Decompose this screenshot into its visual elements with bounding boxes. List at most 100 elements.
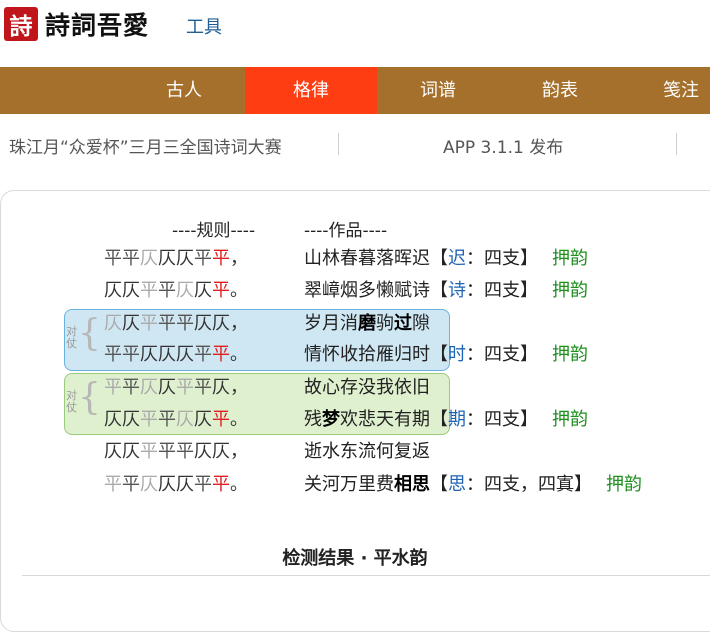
rhyme-status: 押韵 xyxy=(606,474,642,495)
tone-char: 仄 xyxy=(140,474,158,495)
rhyme-status: 押韵 xyxy=(552,344,588,365)
verse-text: 逝水东流何复返 xyxy=(304,441,430,462)
tone-char: 仄 xyxy=(212,377,230,398)
rhyme-status: 押韵 xyxy=(552,409,588,430)
verse-text: 情怀收拾雁归时 xyxy=(304,344,430,365)
tone-char: 平 xyxy=(158,409,176,430)
tone-pattern: 仄仄平平平仄仄， xyxy=(104,309,248,339)
tone-char: 平 xyxy=(176,441,194,462)
tone-char: 平 xyxy=(140,313,158,334)
tone-char: 平 xyxy=(158,280,176,301)
rhyme-info: 【时：四支】 xyxy=(430,344,538,365)
tone-char: 仄 xyxy=(104,313,122,334)
verse-line: 情怀收拾雁归时【时：四支】 押韵 xyxy=(304,340,588,370)
tone-char: 仄 xyxy=(194,441,212,462)
tone-char: 平 xyxy=(122,344,140,365)
poem-row: 仄仄平平平仄仄， 岁月消磨驹过隙 xyxy=(0,309,710,339)
tone-char: 平 xyxy=(104,344,122,365)
verse-text: 关河万里费 xyxy=(304,474,394,495)
tone-pattern: 平平仄仄仄平平。 xyxy=(104,470,248,500)
tone-char: 平 xyxy=(194,474,212,495)
verse-line: 逝水东流何复返 xyxy=(304,437,430,467)
tone-char: 平 xyxy=(194,344,212,365)
verse-line: 翠嶂烟多懒赋诗【诗：四支】 押韵 xyxy=(304,276,588,306)
poem-row: 平平仄仄仄平平。 情怀收拾雁归时【时：四支】 押韵 xyxy=(0,340,710,370)
tone-char: 平 xyxy=(158,313,176,334)
verse-text: 驹 xyxy=(376,313,394,334)
tone-char: 仄 xyxy=(194,280,212,301)
tone-char: 仄 xyxy=(104,441,122,462)
tools-link[interactable]: 工具 xyxy=(186,13,222,39)
tone-char: 仄 xyxy=(158,344,176,365)
nav-item-cipu[interactable]: 词谱 xyxy=(377,67,499,114)
tone-char: 平 xyxy=(176,377,194,398)
tone-char: 仄 xyxy=(194,313,212,334)
rhyme-info: 【迟：四支】 xyxy=(430,248,538,269)
tone-char: 仄 xyxy=(158,474,176,495)
tone-char: 平 xyxy=(122,474,140,495)
site-logo-icon[interactable]: 詩 xyxy=(4,7,38,41)
tone-pattern: 仄仄平平仄仄平。 xyxy=(104,276,248,306)
tone-char: 仄 xyxy=(194,409,212,430)
tone-char: ， xyxy=(230,441,248,462)
tone-char: 仄 xyxy=(104,409,122,430)
rhyme-char[interactable]: 期 xyxy=(448,409,466,430)
tone-pattern: 平平仄仄平平仄， xyxy=(104,373,248,403)
tone-char: 仄 xyxy=(122,409,140,430)
tone-char: 仄 xyxy=(122,280,140,301)
tone-char: 仄 xyxy=(176,280,194,301)
rhyme-char[interactable]: 诗 xyxy=(448,280,466,301)
tone-char: 。 xyxy=(230,409,248,430)
verse-text: 残 xyxy=(304,409,322,430)
tone-char: 仄 xyxy=(158,377,176,398)
rhyme-status: 押韵 xyxy=(552,280,588,301)
rhyme-char[interactable]: 思 xyxy=(448,474,466,495)
tone-pattern: 仄仄平平平仄仄， xyxy=(104,437,248,467)
highlighted-char: 过 xyxy=(394,313,412,334)
tone-char: 。 xyxy=(230,344,248,365)
poem-row: 平平仄仄平平仄， 故心存没我依旧 xyxy=(0,373,710,403)
nav-item-yunbiao[interactable]: 韵表 xyxy=(499,67,621,114)
tone-char: 平 xyxy=(212,474,230,495)
tone-char: 平 xyxy=(122,248,140,269)
divider xyxy=(676,133,677,155)
divider xyxy=(338,133,339,155)
poem-row: 仄仄平平仄仄平。 残梦欢悲天有期【期：四支】 押韵 xyxy=(0,405,710,435)
verse-text: 欢悲天有期 xyxy=(340,409,430,430)
tone-char: 平 xyxy=(104,474,122,495)
tone-char: ， xyxy=(230,313,248,334)
verse-text: 隙 xyxy=(412,313,430,334)
tone-pattern: 平平仄仄仄平平。 xyxy=(104,340,248,370)
tone-char: 平 xyxy=(212,248,230,269)
tone-char: 平 xyxy=(140,280,158,301)
tone-char: 平 xyxy=(140,409,158,430)
tone-char: 平 xyxy=(194,248,212,269)
highlighted-char: 磨 xyxy=(358,313,376,334)
tone-char: 仄 xyxy=(212,441,230,462)
rhyme-char[interactable]: 迟 xyxy=(448,248,466,269)
verse-line: 山林春暮落晖迟【迟：四支】 押韵 xyxy=(304,244,588,274)
ticker-item[interactable]: APP 3.1.1 发布 xyxy=(443,133,563,158)
rhyme-char[interactable]: 时 xyxy=(448,344,466,365)
tone-char: 平 xyxy=(104,377,122,398)
tone-char: 平 xyxy=(212,280,230,301)
tone-char: 仄 xyxy=(176,344,194,365)
nav-item-guren[interactable]: 古人 xyxy=(123,67,245,114)
rules-column-header: ----规则---- xyxy=(172,221,256,241)
highlighted-char: 梦 xyxy=(322,409,340,430)
tone-char: 仄 xyxy=(176,409,194,430)
tone-char: 仄 xyxy=(122,313,140,334)
site-name[interactable]: 詩詞吾愛 xyxy=(45,6,149,42)
tone-char: 平 xyxy=(176,313,194,334)
nav-item-jianzhu[interactable]: 笺注 xyxy=(620,67,710,114)
rhyme-info: 【思：四支，四寘】 xyxy=(430,474,592,495)
tone-char: ， xyxy=(230,377,248,398)
tone-pattern: 仄仄平平仄仄平。 xyxy=(104,405,248,435)
poem-row: 平平仄仄仄平平， 山林春暮落晖迟【迟：四支】 押韵 xyxy=(0,244,710,274)
verse-text: 岁月消 xyxy=(304,313,358,334)
tone-char: 仄 xyxy=(122,441,140,462)
ticker-item[interactable]: 珠江月“众爱杯”三月三全国诗词大赛 xyxy=(9,133,282,158)
tone-char: 仄 xyxy=(176,474,194,495)
tone-char: 平 xyxy=(194,377,212,398)
nav-item-gelv[interactable]: 格律 xyxy=(245,67,377,114)
